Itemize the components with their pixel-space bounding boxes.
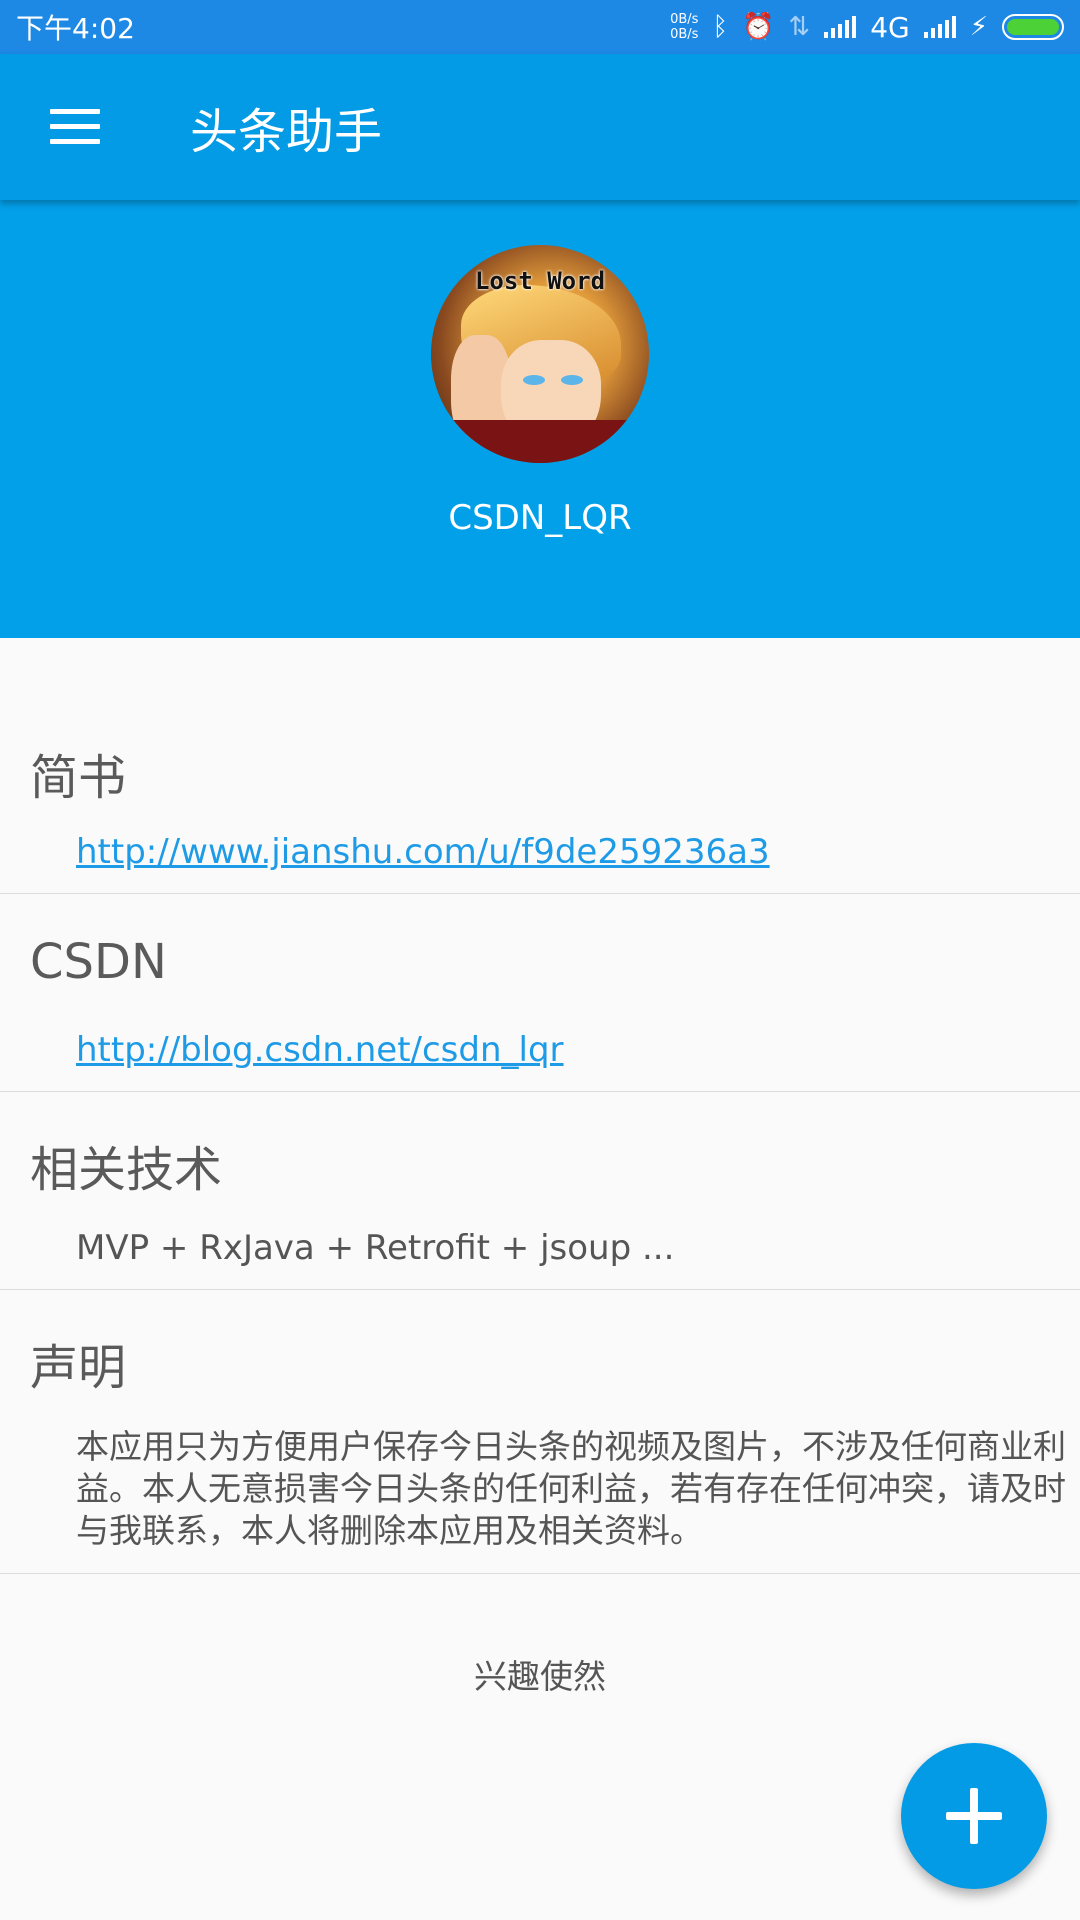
username: CSDN_LQR [448, 498, 632, 538]
bluetooth-icon: ᛒ [712, 12, 729, 42]
net-down-speed: 0B/s [670, 27, 699, 42]
avatar[interactable]: Lost Word [431, 245, 649, 463]
battery-icon [1002, 14, 1064, 40]
avatar-logo-text: Lost Word [474, 267, 606, 295]
section-statement: 声明 本应用只为方便用户保存今日头条的视频及图片，不涉及任何商业利益。本人无意损… [0, 1290, 1080, 1574]
network-speed: 0B/s 0B/s [670, 12, 698, 42]
signal-icon-2 [923, 16, 956, 38]
csdn-link[interactable]: http://blog.csdn.net/csdn_lqr [76, 1030, 564, 1070]
section-tech: 相关技术 MVP + RxJava + Retrofit + jsoup ... [0, 1092, 1080, 1290]
add-fab-button[interactable] [901, 1743, 1047, 1889]
section-heading: 简书 [30, 750, 127, 806]
status-time: 下午4:02 [16, 12, 135, 45]
signal-icon [824, 16, 857, 38]
section-heading: CSDN [30, 934, 167, 990]
statement-text: 本应用只为方便用户保存今日头条的视频及图片，不涉及任何商业利益。本人无意损害今日… [76, 1427, 1066, 1550]
net-up-speed: 0B/s [670, 12, 699, 27]
tech-text: MVP + RxJava + Retrofit + jsoup ... [76, 1228, 675, 1268]
menu-button[interactable] [0, 54, 150, 200]
charging-icon: ⚡ [969, 12, 988, 42]
status-bar: 下午4:02 0B/s 0B/s ᛒ ⏰ ⇅ 4G ⚡ [0, 0, 1080, 54]
profile-header: Lost Word CSDN_LQR [0, 200, 1080, 638]
status-icons: 0B/s 0B/s ᛒ ⏰ ⇅ 4G ⚡ [670, 11, 1064, 44]
section-heading: 相关技术 [30, 1142, 223, 1198]
app-toolbar: 头条助手 [0, 54, 1080, 200]
toolbar-title: 头条助手 [190, 104, 383, 160]
network-type: 4G [870, 10, 910, 44]
hamburger-menu-icon [50, 109, 100, 145]
data-transfer-icon: ⇅ [788, 12, 811, 42]
alarm-icon: ⏰ [742, 12, 775, 42]
jianshu-link[interactable]: http://www.jianshu.com/u/f9de259236a3 [76, 832, 770, 872]
section-csdn: CSDN http://blog.csdn.net/csdn_lqr [0, 894, 1080, 1092]
footer-slogan: 兴趣使然 [474, 1657, 606, 1696]
section-heading: 声明 [30, 1340, 127, 1396]
section-jianshu: 简书 http://www.jianshu.com/u/f9de259236a3 [0, 638, 1080, 894]
